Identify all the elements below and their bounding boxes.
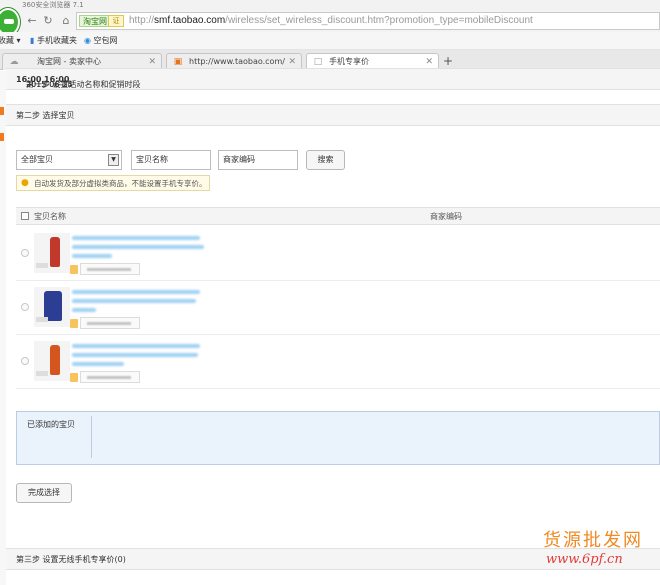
tag-icon bbox=[70, 319, 78, 328]
tag-icon bbox=[70, 265, 78, 274]
window-title: 360安全浏览器 7.1 bbox=[22, 1, 84, 9]
tip-text: 自动发货及部分虚拟类商品，不能设置手机专享价。 bbox=[34, 179, 207, 188]
tag-icon bbox=[70, 373, 78, 382]
thumb-caption bbox=[36, 263, 48, 268]
url-text[interactable]: http://smf.taobao.com/wireless/set_wirel… bbox=[129, 13, 533, 29]
page-icon: □ bbox=[313, 57, 323, 67]
step1-text: 第一步 设置活动名称和促销时段 2015-06-24 16:00 -- 2015-… bbox=[16, 74, 141, 89]
side-marker bbox=[0, 107, 4, 115]
thumb-caption bbox=[36, 371, 48, 376]
tab-label: 淘宝网 - 卖家中心 bbox=[37, 57, 101, 66]
favorite-item-label: 空包网 bbox=[93, 36, 118, 45]
column-item-name: 宝贝名称 bbox=[34, 212, 66, 221]
column-merchant-code: 商家编码 bbox=[430, 212, 462, 221]
product-meta bbox=[80, 263, 140, 275]
category-select[interactable]: 全部宝贝 ▼ bbox=[16, 150, 122, 170]
favorites-root-label: 收藏 bbox=[0, 36, 14, 45]
step2-header: 第二步 选择宝贝 bbox=[6, 104, 660, 126]
navigation-bar: ← ↻ ⌂ 淘宝网 证 http://smf.taobao.com/wirele… bbox=[0, 8, 660, 36]
product-title-line[interactable] bbox=[72, 362, 124, 366]
close-icon[interactable]: ✕ bbox=[288, 56, 296, 68]
tab-label: 手机专享价 bbox=[329, 57, 369, 66]
table-header: 宝贝名称 商家编码 bbox=[16, 207, 660, 225]
merchant-code-placeholder: 商家编码 bbox=[223, 155, 255, 164]
cloud-icon: ☁ bbox=[9, 57, 19, 67]
product-title-line[interactable] bbox=[72, 353, 198, 357]
item-name-input[interactable]: 宝贝名称 bbox=[131, 150, 211, 170]
tab-bar: ☁ 淘宝网 - 卖家中心 ✕ ▣ http://www.taobao.com/g… bbox=[0, 50, 660, 71]
close-icon[interactable]: ✕ bbox=[425, 56, 433, 68]
new-tab-button[interactable]: + bbox=[440, 54, 456, 69]
product-title-line[interactable] bbox=[72, 308, 96, 312]
close-icon[interactable]: ✕ bbox=[148, 56, 156, 68]
phone-icon: ▮ bbox=[30, 36, 35, 45]
product-meta bbox=[80, 317, 140, 329]
product-title-line[interactable] bbox=[72, 245, 204, 249]
favorites-root[interactable]: 收藏 ▾ bbox=[0, 35, 21, 47]
product-title-line[interactable] bbox=[72, 299, 196, 303]
lightbulb-icon: ● bbox=[21, 178, 29, 188]
watermark-url: www.6pf.cn bbox=[546, 552, 623, 567]
table-row[interactable] bbox=[16, 335, 660, 389]
product-thumbnail[interactable] bbox=[34, 341, 70, 381]
url-prefix: http:// bbox=[129, 15, 155, 26]
product-title-line[interactable] bbox=[72, 290, 200, 294]
step2-label: 第二步 选择宝贝 bbox=[16, 111, 75, 120]
product-meta-text bbox=[87, 268, 131, 271]
finish-selection-button[interactable]: 完成选择 bbox=[16, 483, 72, 503]
table-row[interactable] bbox=[16, 227, 660, 281]
product-meta bbox=[80, 371, 140, 383]
select-all-checkbox[interactable] bbox=[21, 212, 29, 220]
row-radio[interactable] bbox=[21, 357, 29, 365]
favorites-bar: 收藏 ▾ ▮ 手机收藏夹 ◉ 空包网 bbox=[0, 32, 660, 50]
row-radio[interactable] bbox=[21, 249, 29, 257]
back-arrow-icon[interactable]: ← bbox=[24, 13, 40, 29]
step1-header: 第一步 设置活动名称和促销时段 2015-06-24 16:00 -- 2015-… bbox=[6, 68, 660, 90]
tip-box: ● 自动发货及部分虚拟类商品，不能设置手机专享价。 bbox=[16, 175, 210, 191]
item-name-placeholder: 宝贝名称 bbox=[136, 155, 168, 164]
row-radio[interactable] bbox=[21, 303, 29, 311]
favorite-item-mobile[interactable]: ▮ 手机收藏夹 bbox=[30, 35, 77, 47]
step3-label: 第三步 设置无线手机专享价(0) bbox=[16, 555, 126, 564]
product-image bbox=[50, 345, 60, 375]
added-items-panel: 已添加的宝贝 bbox=[16, 411, 660, 465]
side-marker bbox=[0, 133, 4, 141]
product-thumbnail[interactable] bbox=[34, 287, 70, 327]
category-select-value: 全部宝贝 bbox=[21, 155, 53, 164]
product-title-line[interactable] bbox=[72, 236, 200, 240]
favorite-item-label: 手机收藏夹 bbox=[36, 36, 77, 45]
product-meta-text bbox=[87, 322, 131, 325]
chevron-down-icon: ▾ bbox=[16, 36, 21, 45]
search-button[interactable]: 搜索 bbox=[306, 150, 345, 170]
product-title-line[interactable] bbox=[72, 344, 200, 348]
site-tag[interactable]: 淘宝网 bbox=[79, 15, 111, 27]
thumb-caption bbox=[36, 317, 48, 322]
home-icon[interactable]: ⌂ bbox=[58, 13, 74, 29]
product-thumbnail[interactable] bbox=[34, 233, 70, 273]
rss-icon: ▣ bbox=[173, 57, 183, 67]
product-meta-text bbox=[87, 376, 131, 379]
address-bar[interactable]: 淘宝网 证 http://smf.taobao.com/wireless/set… bbox=[76, 12, 660, 30]
favorite-item-kongbao[interactable]: ◉ 空包网 bbox=[84, 35, 118, 47]
reload-icon[interactable]: ↻ bbox=[40, 13, 56, 29]
chevron-down-icon[interactable]: ▼ bbox=[108, 154, 119, 166]
watermark-title: 货源批发网 bbox=[543, 530, 643, 551]
step1-end-date: 2015-06-25 bbox=[26, 80, 73, 89]
added-items-label: 已添加的宝贝 bbox=[27, 420, 75, 429]
certificate-badge[interactable]: 证 bbox=[108, 15, 124, 27]
side-strip bbox=[0, 71, 6, 585]
table-row[interactable] bbox=[16, 281, 660, 335]
globe-icon: ◉ bbox=[84, 36, 91, 45]
product-title-line[interactable] bbox=[72, 254, 112, 258]
window-titlebar: 360安全浏览器 7.1 bbox=[0, 0, 660, 10]
url-host: smf.taobao.com bbox=[154, 15, 226, 26]
panel-divider bbox=[91, 416, 92, 458]
tab-label: http://www.taobao.com/go/ bbox=[189, 57, 285, 66]
product-image bbox=[50, 237, 60, 267]
merchant-code-input[interactable]: 商家编码 bbox=[218, 150, 298, 170]
url-path: /wireless/set_wireless_discount.htm?prom… bbox=[225, 15, 533, 26]
